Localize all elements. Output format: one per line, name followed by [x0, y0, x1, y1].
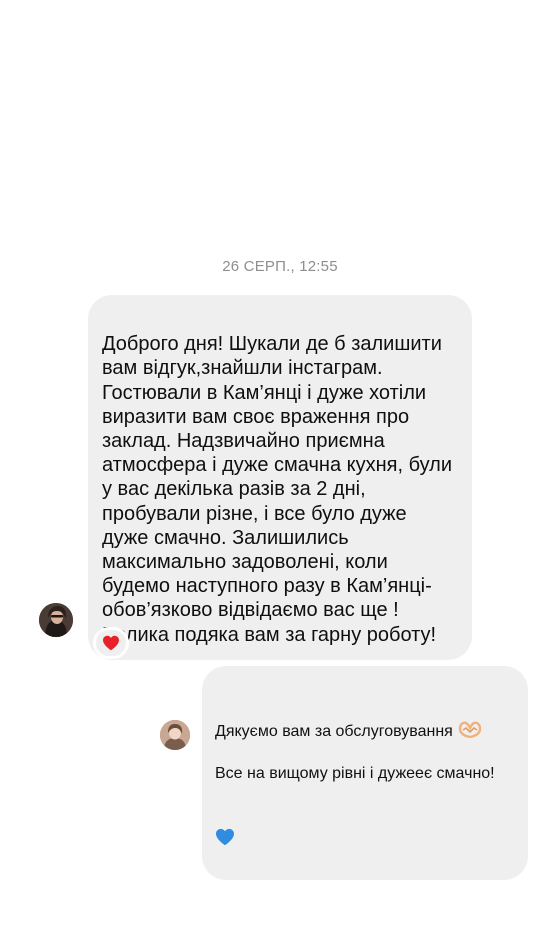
- message-reaction[interactable]: [93, 627, 129, 659]
- incoming-message-bubble[interactable]: Доброго дня! Шукали де б залишити вам ві…: [88, 295, 472, 660]
- outgoing-message-bubble[interactable]: Дякуємо вам за обслуговування Все на вищ…: [202, 666, 528, 880]
- heart-hands-icon: [458, 721, 482, 738]
- business-avatar-icon: [160, 720, 190, 750]
- outgoing-message-line-2: Все на вищому рівні і дужееє смачно!: [215, 765, 495, 782]
- sender-avatar-icon: [39, 603, 73, 637]
- outgoing-message-line-1: Дякуємо вам за обслуговування: [215, 699, 516, 742]
- outgoing-message-line-3: [215, 805, 516, 847]
- incoming-message-text: Доброго дня! Шукали де б залишити вам ві…: [102, 333, 453, 646]
- sender-avatar[interactable]: [39, 603, 73, 637]
- business-avatar[interactable]: [160, 720, 190, 750]
- message-timestamp: 26 СЕРП., 12:55: [222, 258, 338, 275]
- outgoing-message-line-1-text: Дякуємо вам за обслуговування: [215, 723, 453, 740]
- red-heart-icon: [103, 635, 119, 651]
- blue-heart-icon: [216, 828, 234, 845]
